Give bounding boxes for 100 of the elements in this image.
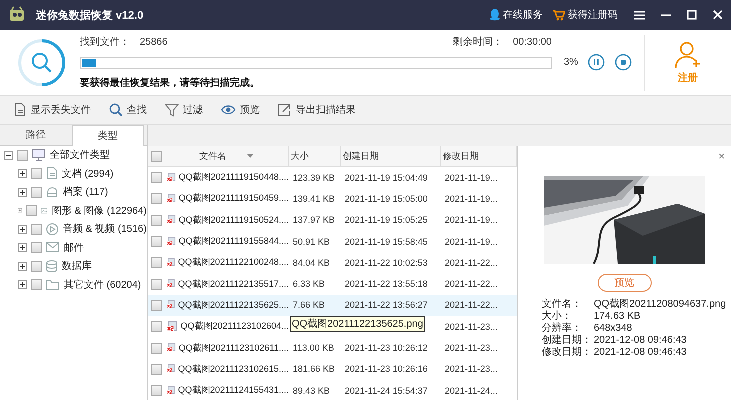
checkbox[interactable] <box>151 300 162 311</box>
checkbox[interactable] <box>151 342 162 354</box>
checkbox[interactable] <box>151 321 162 332</box>
tree-item[interactable]: 数据库 <box>62 259 92 274</box>
tab[interactable]: 类型 <box>72 125 144 146</box>
checkbox[interactable] <box>26 205 38 216</box>
checkbox[interactable] <box>151 236 162 248</box>
checkbox[interactable] <box>17 150 28 161</box>
table-cell-text: 2021-11-22... <box>444 300 499 310</box>
file-name: QQ截图20211119150448.... <box>178 171 289 184</box>
table-cell-text: 113.00 KB <box>292 343 336 354</box>
table-cell-text: 2021-11-19 15:05:25 <box>344 215 429 226</box>
file-name: QQ截图20211124155431.... <box>178 384 289 398</box>
tree-item[interactable]: 邮件 <box>64 240 84 255</box>
expand-icon[interactable] <box>18 243 27 252</box>
checkbox[interactable] <box>31 168 42 180</box>
penguin-icon <box>490 9 500 21</box>
close-icon[interactable]: × <box>718 151 725 163</box>
eye-icon <box>221 105 236 115</box>
pause-icon[interactable] <box>588 54 606 71</box>
toolbar-button[interactable]: 查找 <box>109 103 147 117</box>
info-label: 大小： <box>542 311 573 322</box>
checkbox[interactable] <box>151 364 162 375</box>
expand-icon[interactable] <box>18 224 27 234</box>
checkbox[interactable] <box>151 214 162 226</box>
menu-icon[interactable] <box>634 10 645 20</box>
maximize-icon[interactable] <box>687 10 697 20</box>
table-cell-text: 2021-11-23... <box>444 322 499 332</box>
checkbox[interactable] <box>151 257 162 268</box>
table-cell-text: 6.33 KB <box>292 279 326 290</box>
checkbox[interactable] <box>151 385 162 396</box>
file-name: QQ截图20211123102615.... <box>178 362 289 376</box>
table-cell-text: 2021-11-23... <box>444 364 499 374</box>
collapse-icon[interactable] <box>4 150 13 160</box>
table-cell-text: 2021-11-23... <box>444 343 499 354</box>
file-name: QQ截图20211119150524.... <box>178 214 289 227</box>
expand-icon[interactable] <box>18 262 27 271</box>
checkbox[interactable] <box>151 193 162 204</box>
play-icon <box>46 222 59 236</box>
sort-icon[interactable] <box>246 154 254 158</box>
column-header[interactable]: 大小 <box>289 146 341 166</box>
table-cell-text: 2021-11-23 10:26:12 <box>344 343 429 354</box>
file-name: QQ截图20211123102611.... <box>178 342 289 355</box>
damaged-image-icon <box>167 299 176 312</box>
toolbar-button[interactable]: 过滤 <box>165 103 203 117</box>
found-files-label: 找到文件： 25866 <box>80 36 168 49</box>
table-cell-text: 2021-11-19... <box>444 172 499 183</box>
toolbar-button[interactable]: 显示丢失文件 <box>14 103 91 117</box>
tree-item[interactable]: 档案 (117) <box>63 185 108 200</box>
folder-icon <box>46 278 60 291</box>
table-cell-text: 2021-11-24... <box>444 386 499 396</box>
mail-icon <box>46 242 60 254</box>
checkbox[interactable] <box>151 172 162 184</box>
table-cell-text: 2021-11-19... <box>444 236 499 247</box>
checkbox[interactable] <box>151 278 162 290</box>
get-code-link[interactable]: 获得注册码 <box>553 8 618 22</box>
table-cell-text: 2021-11-19... <box>444 194 499 204</box>
archive-icon <box>46 186 59 199</box>
checkbox[interactable] <box>151 150 162 162</box>
damaged-image-icon <box>167 342 176 354</box>
search-icon <box>109 103 123 117</box>
info-value: 2021-12-08 09:46:43 <box>594 335 688 346</box>
damaged-image-icon <box>167 320 178 333</box>
document-icon <box>14 103 27 117</box>
remaining-time-label: 剩余时间： 00:30:00 <box>453 36 552 49</box>
info-value: 2021-12-08 09:46:43 <box>594 347 688 358</box>
minimize-icon[interactable] <box>661 14 671 16</box>
app-logo-icon <box>8 6 26 24</box>
column-header[interactable]: 创建日期 <box>341 146 441 166</box>
tree-item[interactable]: 图形 & 图像 (122964) <box>52 204 147 218</box>
checkbox[interactable] <box>31 279 42 290</box>
checkbox[interactable] <box>31 260 42 272</box>
column-header[interactable]: 修改日期 <box>441 146 517 166</box>
tab[interactable]: 路径 <box>0 125 72 145</box>
expand-icon[interactable] <box>18 169 27 178</box>
table-cell-text: 2021-11-22 13:55:18 <box>344 279 429 290</box>
file-name: QQ截图20211122135517.... <box>178 278 289 291</box>
damaged-image-icon <box>167 278 176 290</box>
export-icon <box>278 104 292 116</box>
table-cell-text: 2021-11-22 13:56:27 <box>344 300 429 310</box>
checkbox[interactable] <box>31 186 42 198</box>
info-value: 648x348 <box>594 323 634 334</box>
toolbar-button[interactable]: 预览 <box>221 103 260 117</box>
expand-icon[interactable] <box>18 188 27 197</box>
tree-item[interactable]: 其它文件 (60204) <box>64 278 142 292</box>
tree-item[interactable]: 全部文件类型 <box>50 148 110 162</box>
close-icon[interactable] <box>713 10 723 20</box>
tree-item[interactable]: 文档 (2994) <box>62 166 114 181</box>
toolbar-button[interactable]: 导出扫描结果 <box>278 103 356 117</box>
scan-hint: 要获得最佳恢复结果，请等待扫描完成。 <box>80 76 261 90</box>
table-cell-text: 2021-11-19... <box>444 215 499 226</box>
expand-icon[interactable] <box>18 280 27 290</box>
checkbox[interactable] <box>31 224 42 235</box>
progress-percent: 3% <box>564 57 578 68</box>
checkbox[interactable] <box>31 242 42 254</box>
selected-row[interactable]: QQ截图20211122135625.... 7.66 KB 2021-11-22 13:56:27 2021-11-22... <box>148 294 517 316</box>
tree-item[interactable]: 音频 & 视频 (1516) <box>63 222 147 236</box>
stop-icon[interactable] <box>615 54 632 71</box>
column-header[interactable]: 文件名 <box>163 146 289 166</box>
online-service-link[interactable]: 在线服务 <box>490 8 543 22</box>
